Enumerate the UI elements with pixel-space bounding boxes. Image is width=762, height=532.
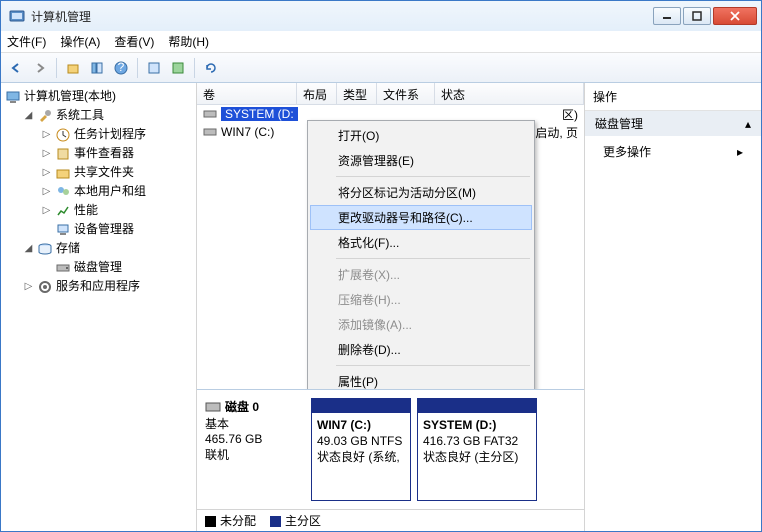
menubar: 文件(F) 操作(A) 查看(V) 帮助(H): [1, 31, 761, 53]
legend: 未分配 主分区: [197, 509, 584, 531]
ctx-open[interactable]: 打开(O): [310, 123, 532, 148]
partition-d[interactable]: SYSTEM (D:) 416.73 GB FAT32 状态良好 (主分区): [417, 398, 537, 501]
tree-device-manager[interactable]: ▷设备管理器: [39, 220, 194, 239]
tree-storage[interactable]: ◢存储: [21, 239, 194, 258]
col-fs[interactable]: 文件系统: [377, 83, 435, 104]
disk-icon: [55, 260, 71, 276]
tree-shared-folders[interactable]: ▷共享文件夹: [39, 163, 194, 182]
volume-list-header: 卷 布局 类型 文件系统 状态: [197, 83, 584, 105]
actions-header: 操作: [585, 83, 761, 111]
tree-task-scheduler[interactable]: ▷任务计划程序: [39, 125, 194, 144]
window-title: 计算机管理: [31, 8, 653, 25]
disk-graphical-view: 磁盘 0 基本 465.76 GB 联机 WIN7 (C:) 49.03 GB …: [197, 390, 584, 509]
expand-icon[interactable]: ▷: [23, 277, 34, 296]
toolbar-icon-2[interactable]: [167, 57, 189, 79]
legend-primary: 主分区: [270, 512, 321, 529]
col-type[interactable]: 类型: [337, 83, 377, 104]
titlebar[interactable]: 计算机管理: [1, 1, 761, 31]
up-button[interactable]: [62, 57, 84, 79]
back-button[interactable]: [5, 57, 27, 79]
expand-icon[interactable]: ▷: [41, 163, 52, 182]
ctx-explorer[interactable]: 资源管理器(E): [310, 148, 532, 173]
toolbar-icon-1[interactable]: [143, 57, 165, 79]
computer-icon: [5, 89, 21, 105]
tree-performance[interactable]: ▷性能: [39, 201, 194, 220]
app-icon: [9, 8, 25, 24]
volume-list[interactable]: SYSTEM (D: 区) WIN7 (C:) 启动, 页 打开(O) 资源管理…: [197, 105, 584, 390]
ctx-mirror: 添加镜像(A)...: [310, 312, 532, 337]
window-buttons: [653, 7, 757, 25]
chevron-up-icon: ▴: [745, 117, 751, 131]
tools-icon: [37, 108, 53, 124]
ctx-extend: 扩展卷(X)...: [310, 262, 532, 287]
expand-icon[interactable]: ▷: [41, 201, 52, 220]
actions-more[interactable]: 更多操作 ▸: [585, 136, 761, 167]
context-menu: 打开(O) 资源管理器(E) 将分区标记为活动分区(M) 更改驱动器号和路径(C…: [307, 120, 535, 390]
toolbar: ?: [1, 53, 761, 83]
expand-icon[interactable]: ▷: [41, 182, 52, 201]
tree-event-viewer[interactable]: ▷事件查看器: [39, 144, 194, 163]
partition-c[interactable]: WIN7 (C:) 49.03 GB NTFS 状态良好 (系统,: [311, 398, 411, 501]
svg-text:?: ?: [118, 61, 125, 74]
expand-icon[interactable]: ▷: [41, 125, 52, 144]
chevron-right-icon: ▸: [737, 145, 743, 159]
clock-icon: [55, 127, 71, 143]
perf-icon: [55, 203, 71, 219]
collapse-icon[interactable]: ◢: [23, 239, 34, 258]
ctx-mark-active[interactable]: 将分区标记为活动分区(M): [310, 180, 532, 205]
help-button[interactable]: ?: [110, 57, 132, 79]
ctx-delete[interactable]: 删除卷(D)...: [310, 337, 532, 362]
ctx-change-letter[interactable]: 更改驱动器号和路径(C)...: [310, 205, 532, 230]
storage-icon: [37, 241, 53, 257]
tree-system-tools[interactable]: ◢系统工具: [21, 106, 194, 125]
disk-icon: [205, 399, 221, 415]
event-icon: [55, 146, 71, 162]
disk-info[interactable]: 磁盘 0 基本 465.76 GB 联机: [205, 398, 305, 501]
col-layout[interactable]: 布局: [297, 83, 337, 104]
main-pane: 卷 布局 类型 文件系统 状态 SYSTEM (D: 区) WIN7 (C:) …: [197, 83, 585, 531]
services-icon: [37, 279, 53, 295]
collapse-icon[interactable]: ◢: [23, 106, 34, 125]
col-status[interactable]: 状态: [435, 83, 584, 104]
menu-file[interactable]: 文件(F): [7, 33, 46, 50]
tree-services[interactable]: ▷服务和应用程序: [21, 277, 194, 296]
ctx-shrink: 压缩卷(H)...: [310, 287, 532, 312]
share-icon: [55, 165, 71, 181]
show-hide-tree-button[interactable]: [86, 57, 108, 79]
minimize-button[interactable]: [653, 7, 681, 25]
tree-pane: 计算机管理(本地) ◢系统工具 ▷任务计划程序 ▷事件查看器 ▷共享文件夹 ▷本…: [1, 83, 197, 531]
tree-disk-management[interactable]: ▷磁盘管理: [39, 258, 194, 277]
menu-help[interactable]: 帮助(H): [168, 33, 209, 50]
actions-pane: 操作 磁盘管理 ▴ 更多操作 ▸: [585, 83, 761, 531]
maximize-button[interactable]: [683, 7, 711, 25]
close-button[interactable]: [713, 7, 757, 25]
legend-unallocated: 未分配: [205, 512, 256, 529]
ctx-format[interactable]: 格式化(F)...: [310, 230, 532, 255]
ctx-properties[interactable]: 属性(P): [310, 369, 532, 390]
actions-group[interactable]: 磁盘管理 ▴: [585, 111, 761, 136]
col-volume[interactable]: 卷: [197, 83, 297, 104]
menu-view[interactable]: 查看(V): [114, 33, 154, 50]
tree-root[interactable]: 计算机管理(本地): [3, 87, 194, 106]
expand-icon[interactable]: ▷: [41, 144, 52, 163]
forward-button[interactable]: [29, 57, 51, 79]
drive-icon: [203, 107, 217, 121]
content: 计算机管理(本地) ◢系统工具 ▷任务计划程序 ▷事件查看器 ▷共享文件夹 ▷本…: [1, 83, 761, 531]
device-icon: [55, 222, 71, 238]
drive-icon: [203, 125, 217, 139]
refresh-button[interactable]: [200, 57, 222, 79]
window: 计算机管理 文件(F) 操作(A) 查看(V) 帮助(H) ?: [0, 0, 762, 532]
tree-local-users[interactable]: ▷本地用户和组: [39, 182, 194, 201]
menu-action[interactable]: 操作(A): [60, 33, 100, 50]
users-icon: [55, 184, 71, 200]
